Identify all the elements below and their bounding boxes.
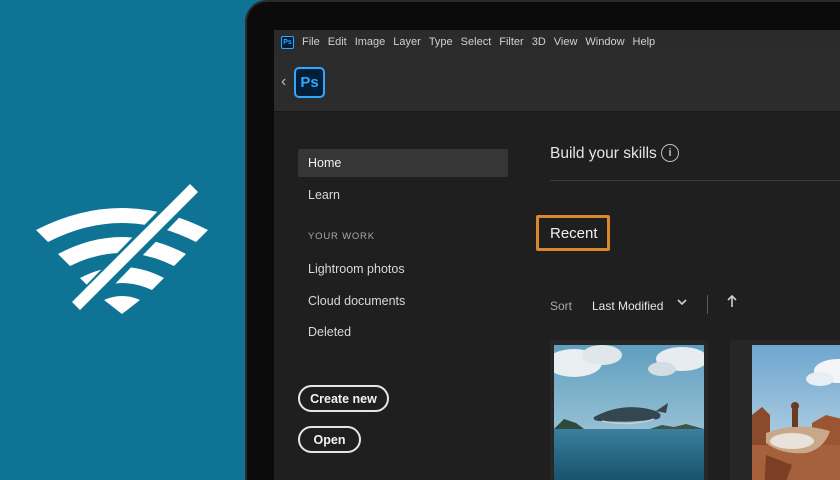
section-label-your-work: YOUR WORK — [308, 231, 375, 242]
sort-direction-arrow-up-icon[interactable] — [726, 294, 738, 308]
build-skills-title: Build your skills — [550, 145, 657, 162]
menu-file[interactable]: File — [302, 36, 320, 48]
menu-bar: Ps File Edit Image Layer Type Select Fil… — [274, 30, 840, 54]
menu-view[interactable]: View — [554, 36, 578, 48]
sort-divider — [707, 295, 708, 314]
menu-layer[interactable]: Layer — [393, 36, 421, 48]
chevron-down-icon[interactable] — [676, 296, 688, 308]
menu-help[interactable]: Help — [633, 36, 656, 48]
photoshop-window: Ps File Edit Image Layer Type Select Fil… — [274, 30, 840, 480]
info-icon[interactable]: i — [661, 144, 679, 162]
sidebar: Home Learn YOUR WORK Lightroom photos Cl… — [274, 112, 514, 480]
photoshop-logo: Ps — [294, 67, 325, 98]
sidebar-item-learn[interactable]: Learn — [298, 181, 508, 209]
thumbnail-desert-rock-scene — [752, 345, 840, 480]
wifi-off-icon — [36, 180, 208, 318]
divider — [550, 180, 840, 181]
create-new-button[interactable]: Create new — [298, 385, 389, 412]
chevron-left-icon[interactable]: ‹ — [281, 74, 293, 90]
menu-filter[interactable]: Filter — [499, 36, 523, 48]
recent-title: Recent — [550, 225, 598, 242]
sort-dropdown[interactable]: Last Modified — [592, 299, 663, 313]
menu-select[interactable]: Select — [461, 36, 492, 48]
app-icon[interactable]: Ps — [281, 35, 294, 49]
menu-image[interactable]: Image — [355, 36, 386, 48]
menu-type[interactable]: Type — [429, 36, 453, 48]
open-button[interactable]: Open — [298, 426, 361, 453]
recent-file-card[interactable] — [550, 340, 708, 480]
menu-window[interactable]: Window — [585, 36, 624, 48]
menu-edit[interactable]: Edit — [328, 36, 347, 48]
sidebar-item-deleted[interactable]: Deleted — [298, 318, 508, 346]
app-header: ‹ Ps — [274, 54, 840, 112]
brand-panel — [0, 0, 245, 480]
recent-file-card[interactable] — [730, 340, 840, 480]
sidebar-item-home[interactable]: Home — [298, 149, 508, 177]
menu-3d[interactable]: 3D — [532, 36, 546, 48]
sidebar-item-cloud-documents[interactable]: Cloud documents — [298, 287, 508, 315]
sort-label: Sort — [550, 299, 573, 313]
thumbnail-whale-scene — [554, 345, 704, 480]
home-main: Build your skills i Recent Sort Last Mod… — [536, 112, 840, 480]
sidebar-item-lightroom-photos[interactable]: Lightroom photos — [298, 255, 508, 283]
